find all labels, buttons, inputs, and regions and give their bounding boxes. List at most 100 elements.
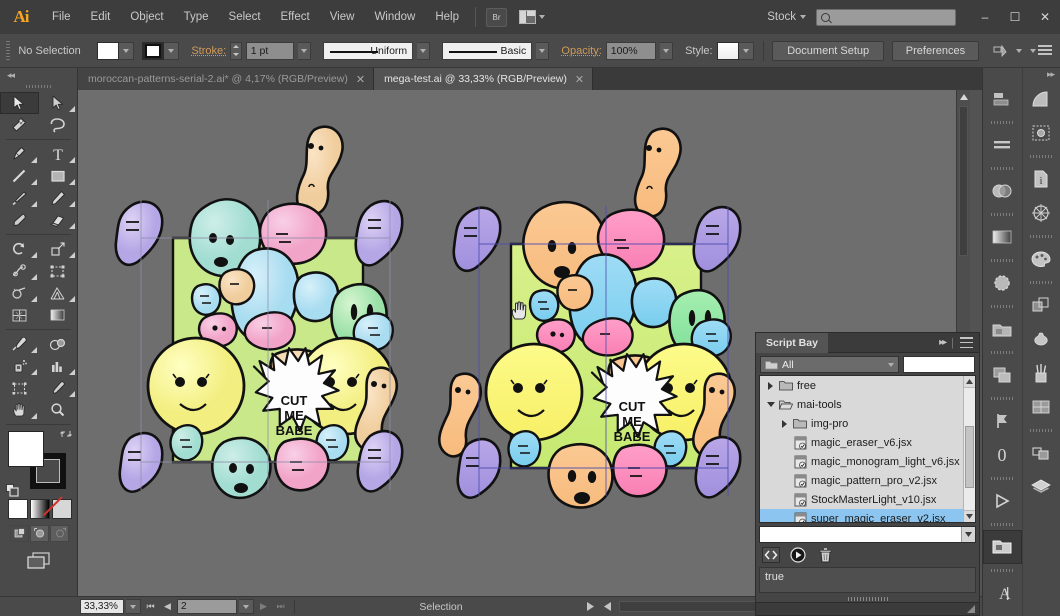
stroke-weight-stepper[interactable]: [230, 42, 242, 60]
type-tool[interactable]: T: [39, 143, 78, 165]
graphic-style-swatch[interactable]: [717, 42, 739, 60]
swatches-panel-icon[interactable]: [1023, 322, 1060, 356]
brushes-panel-icon[interactable]: [1023, 356, 1060, 390]
dock-group-grip[interactable]: [991, 474, 1013, 483]
close-button[interactable]: ✕: [1030, 4, 1060, 30]
run-script-button[interactable]: [789, 547, 807, 563]
menu-type[interactable]: Type: [174, 0, 219, 34]
tree-item-img-pro[interactable]: img-pro: [760, 414, 963, 433]
tree-item-stockmasterlight-v10[interactable]: StockMasterLight_v10.jsx: [760, 490, 963, 509]
horizontal-scroll-left-button[interactable]: [600, 599, 615, 614]
zoom-dropdown-button[interactable]: [126, 599, 141, 614]
script-tree[interactable]: free mai-tools img-pro magic_eraser_v6.j…: [759, 375, 976, 523]
twirl-right-icon[interactable]: [766, 381, 775, 390]
fill-swatch[interactable]: [97, 42, 119, 60]
scroll-up-icon[interactable]: [957, 90, 971, 104]
script-tree-scrollbar[interactable]: [963, 376, 975, 522]
rotate-tool[interactable]: [0, 238, 39, 260]
delete-script-button[interactable]: [816, 547, 834, 563]
menu-select[interactable]: Select: [219, 0, 271, 34]
dock-group-grip[interactable]: [991, 566, 1013, 575]
close-icon[interactable]: ✕: [575, 73, 584, 86]
graphic-style-control[interactable]: [717, 42, 754, 60]
stock-search-box[interactable]: [816, 9, 956, 26]
expand-panel-icon[interactable]: ▸▸: [939, 337, 945, 348]
scroll-thumb[interactable]: [965, 426, 974, 488]
draw-normal-button[interactable]: [10, 525, 29, 542]
links-panel-icon[interactable]: [1023, 436, 1060, 470]
image-trace-panel-icon[interactable]: [1023, 116, 1060, 150]
tree-item-free[interactable]: free: [760, 376, 963, 395]
panel-resize-grip[interactable]: [756, 595, 979, 602]
artboard-tool[interactable]: [0, 377, 39, 399]
eraser-tool[interactable]: [39, 209, 78, 231]
dock-group-grip[interactable]: [991, 394, 1013, 403]
scale-tool[interactable]: [39, 238, 78, 260]
menu-effect[interactable]: Effect: [271, 0, 320, 34]
last-artboard-button[interactable]: ⏭: [273, 599, 288, 614]
toolbar-collapse-button[interactable]: ◂◂: [0, 68, 77, 82]
toolbar-grip[interactable]: [26, 82, 52, 90]
tree-item-magic-eraser-v6[interactable]: magic_eraser_v6.jsx: [760, 433, 963, 452]
script-search-input[interactable]: [903, 356, 975, 373]
transparency-panel-icon[interactable]: [983, 174, 1022, 208]
document-setup-button[interactable]: Document Setup: [772, 41, 883, 61]
panel-menu-icon[interactable]: [960, 337, 973, 348]
dock-expand-button[interactable]: ▸▸: [1047, 69, 1054, 80]
menu-file[interactable]: File: [42, 0, 81, 34]
control-bar-grip[interactable]: [6, 41, 10, 61]
menu-view[interactable]: View: [320, 0, 365, 34]
shape-builder-tool[interactable]: [0, 282, 39, 304]
document-info-panel-icon[interactable]: i: [1023, 162, 1060, 196]
blob-brush-tool[interactable]: [0, 209, 39, 231]
dock-group-grip[interactable]: [991, 302, 1013, 311]
menu-help[interactable]: Help: [425, 0, 469, 34]
dock-group-grip[interactable]: [1030, 278, 1052, 287]
menu-edit[interactable]: Edit: [81, 0, 121, 34]
selection-tool[interactable]: [0, 92, 39, 114]
stock-chevron-down-icon[interactable]: [800, 15, 806, 19]
script-path-field[interactable]: [759, 526, 976, 543]
script-bay-panel-icon[interactable]: [983, 530, 1022, 564]
navigator-panel-icon[interactable]: [1023, 196, 1060, 230]
stock-label[interactable]: Stock: [767, 11, 796, 23]
color-swatch-button[interactable]: [8, 499, 28, 519]
none-swatch-button[interactable]: [52, 499, 72, 519]
document-tab-moroccan-patterns[interactable]: moroccan-patterns-serial-2.ai* @ 4,17% (…: [78, 68, 374, 90]
dock-group-grip[interactable]: [991, 118, 1013, 127]
color-guide-panel-icon[interactable]: [1023, 82, 1060, 116]
tree-item-mai-tools[interactable]: mai-tools: [760, 395, 963, 414]
dock-group-grip[interactable]: [991, 520, 1013, 529]
brush-definition-field[interactable]: Basic: [442, 42, 532, 60]
hand-tool[interactable]: [0, 399, 39, 421]
scroll-thumb[interactable]: [959, 106, 968, 256]
blend-tool[interactable]: [39, 333, 78, 355]
separations-preview-panel-icon[interactable]: [1023, 390, 1060, 424]
align-chevron-down-icon[interactable]: [1016, 49, 1022, 53]
stroke-weight-dropdown-button[interactable]: [298, 42, 311, 60]
rectangle-tool[interactable]: [39, 165, 78, 187]
dock-group-grip[interactable]: [1030, 232, 1052, 241]
stroke-swatch[interactable]: [142, 42, 164, 60]
twirl-right-icon[interactable]: [780, 419, 789, 428]
resize-corner-icon[interactable]: [966, 604, 976, 614]
stroke-weight-field[interactable]: 1 pt: [246, 42, 294, 60]
dock-group-grip[interactable]: [1030, 152, 1052, 161]
arrange-documents-button[interactable]: [519, 10, 545, 24]
zoom-tool[interactable]: [39, 399, 78, 421]
graphic-style-dropdown-button[interactable]: [739, 42, 754, 60]
dock-group-grip[interactable]: [991, 164, 1013, 173]
opacity-dropdown-button[interactable]: [660, 42, 673, 60]
type-panel-icon[interactable]: A: [983, 576, 1022, 610]
pencil-tool[interactable]: [39, 187, 78, 209]
opacity-field[interactable]: 100%: [606, 42, 656, 60]
preferences-button[interactable]: Preferences: [892, 41, 979, 61]
dock-group-grip[interactable]: [991, 348, 1013, 357]
stroke-color-control[interactable]: [142, 42, 179, 60]
stock-search-input[interactable]: [830, 12, 951, 23]
bridge-button[interactable]: Br: [486, 8, 507, 27]
first-artboard-button[interactable]: ⏮: [143, 599, 158, 614]
script-path-dropdown-button[interactable]: [961, 527, 975, 542]
magic-wand-tool[interactable]: [0, 114, 39, 136]
draw-inside-button[interactable]: [50, 525, 69, 542]
